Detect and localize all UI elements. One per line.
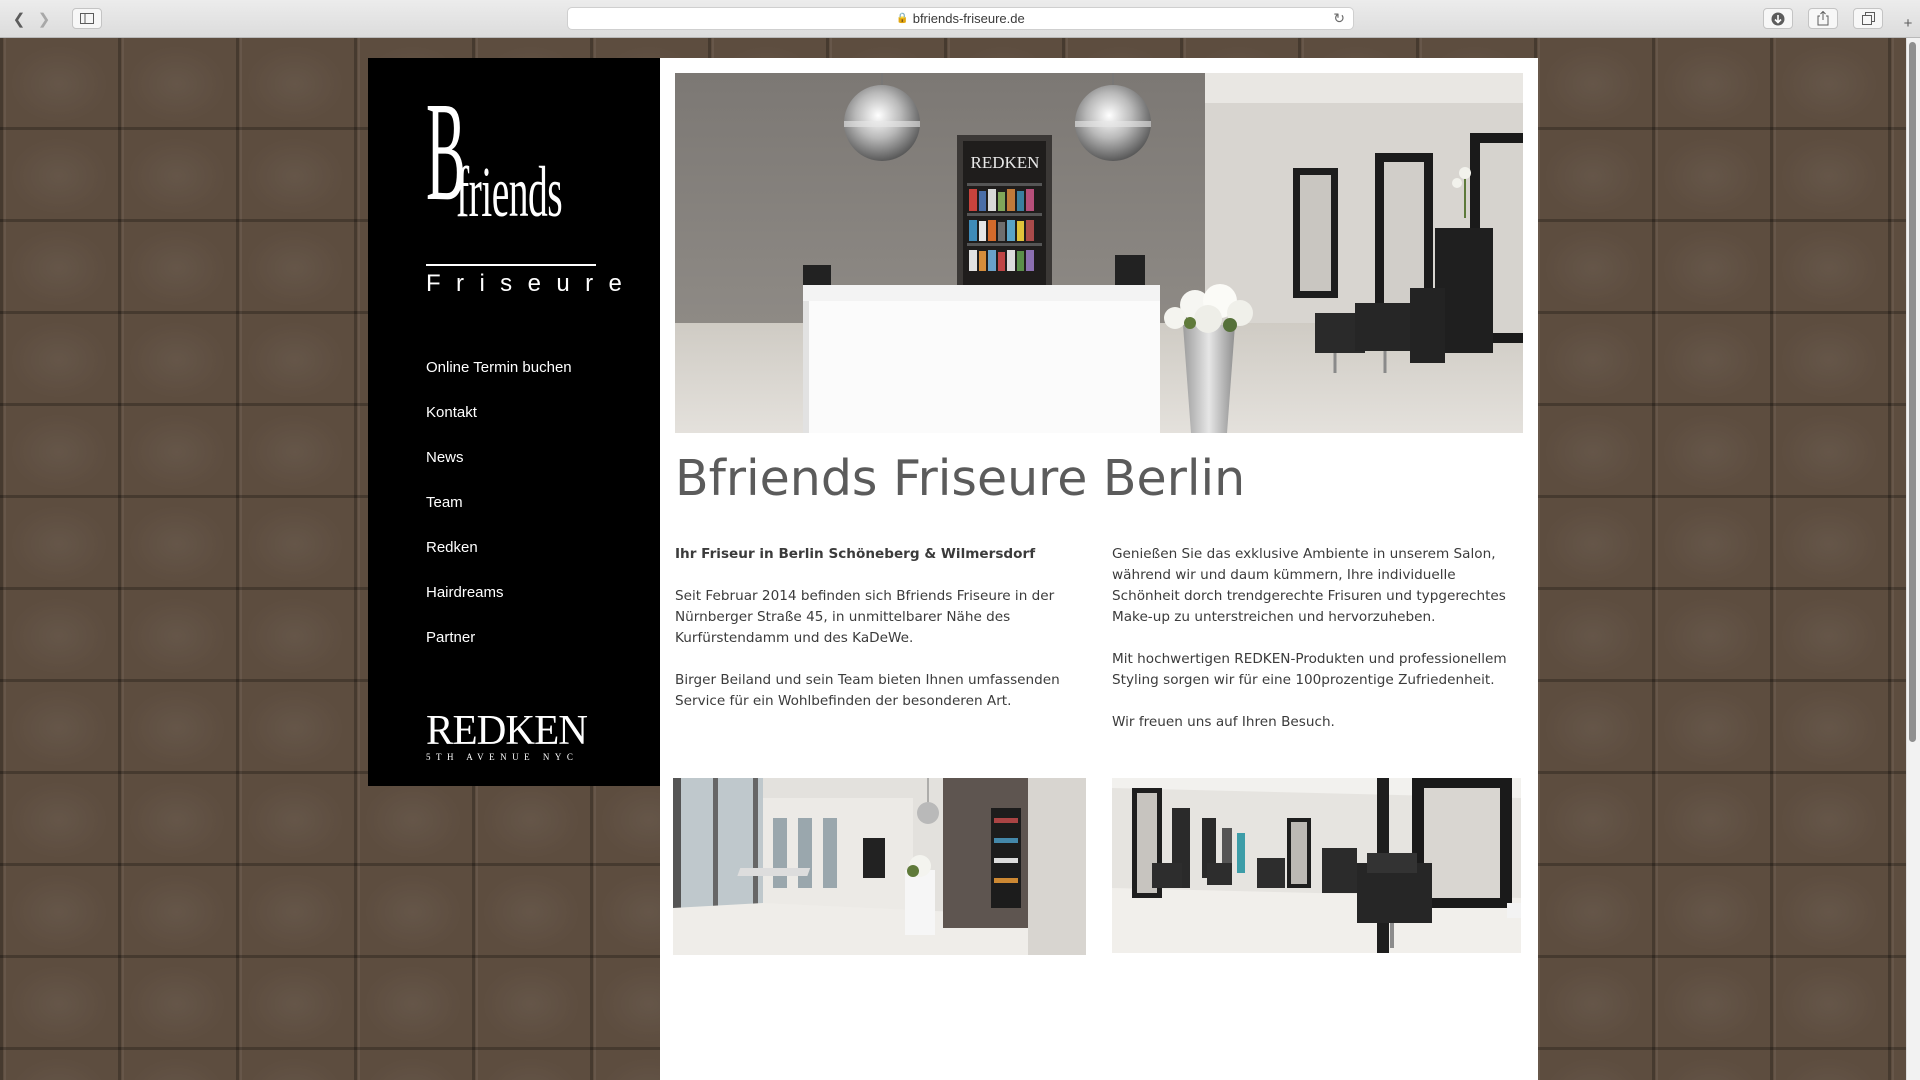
forward-icon[interactable]: ❯ <box>33 8 55 29</box>
nav-news[interactable]: News <box>426 448 572 493</box>
redken-paragraph: Mit hochwertigen REDKEN-Produkten und pr… <box>1112 651 1507 688</box>
browser-toolbar: ❮ ❯ 🔒 bfriends-friseure.de ↻ + <box>0 0 1920 38</box>
intro-paragraph-1: Seit Februar 2014 befinden sich Bfriends… <box>675 588 1055 646</box>
intro-column-left: Ihr Friseur in Berlin Schöneberg & Wilme… <box>675 544 1075 733</box>
salon-hero-image: REDKEN <box>675 73 1523 433</box>
nav-online-termin[interactable]: Online Termin buchen <box>426 358 572 403</box>
scrollbar-thumb[interactable] <box>1909 42 1916 742</box>
new-tab-icon[interactable]: + <box>1899 14 1917 32</box>
main-navigation: Online Termin buchen Kontakt News Team R… <box>426 358 572 673</box>
nav-partner[interactable]: Partner <box>426 628 572 673</box>
closing-paragraph: Wir freuen uns auf Ihren Besuch. <box>1112 714 1335 730</box>
hero-redken-sign: REDKEN <box>971 153 1040 172</box>
url-text: bfriends-friseure.de <box>912 11 1025 26</box>
salon-stations-image <box>1112 778 1521 953</box>
salon-entrance-image <box>673 778 1086 955</box>
reload-icon[interactable]: ↻ <box>1333 10 1345 27</box>
logo-word: friends <box>456 152 563 232</box>
nav-hairdreams[interactable]: Hairdreams <box>426 583 572 628</box>
bfriends-logo[interactable]: B friends Friseure <box>426 80 622 296</box>
redken-logo[interactable]: REDKEN 5TH AVENUE NYC <box>426 710 596 762</box>
download-icon[interactable] <box>1763 8 1793 29</box>
logo-divider <box>426 264 596 266</box>
nav-team[interactable]: Team <box>426 493 572 538</box>
ambience-paragraph: Genießen Sie das exklusive Ambiente in u… <box>1112 546 1506 625</box>
nav-kontakt[interactable]: Kontakt <box>426 403 572 448</box>
address-bar[interactable]: 🔒 bfriends-friseure.de ↻ <box>567 7 1354 30</box>
main-content: REDKEN Bfriends Friseure Berlin Ihr Fris… <box>660 58 1538 1080</box>
redken-logo-word: REDKEN <box>426 708 588 754</box>
lock-icon: 🔒 <box>896 13 909 24</box>
intro-paragraph-2: Birger Beiland und sein Team bieten Ihne… <box>675 672 1060 709</box>
site-sidebar: B friends Friseure Online Termin buchen … <box>368 58 660 786</box>
nav-redken[interactable]: Redken <box>426 538 572 583</box>
sidebar-toggle-icon[interactable] <box>72 8 102 29</box>
back-icon[interactable]: ❮ <box>8 8 30 29</box>
intro-lead: Ihr Friseur in Berlin Schöneberg & Wilme… <box>675 546 1036 562</box>
intro-column-right: Genießen Sie das exklusive Ambiente in u… <box>1112 544 1522 754</box>
tabs-overview-icon[interactable] <box>1853 8 1883 29</box>
page-title: Bfriends Friseure Berlin <box>675 450 1246 507</box>
share-icon[interactable] <box>1808 8 1838 29</box>
logo-subtitle: Friseure <box>426 270 638 297</box>
